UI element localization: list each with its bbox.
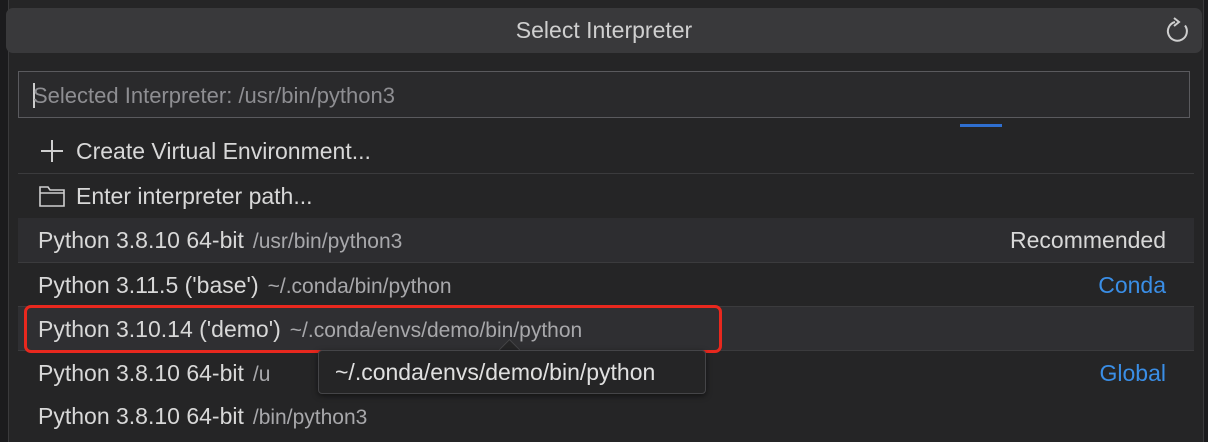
interpreter-tag: Global: [1099, 360, 1166, 386]
interpreter-path: /u: [252, 363, 271, 386]
path-tooltip: ~/.conda/envs/demo/bin/python: [318, 350, 706, 394]
interpreter-path: /usr/bin/python3: [252, 230, 403, 253]
folder-icon: [39, 186, 65, 207]
highlight-annotation-box: [24, 305, 722, 353]
interpreter-name: Python 3.11.5 ('base'): [38, 272, 259, 298]
interpreter-path: /bin/python3: [252, 406, 368, 429]
interpreter-name: Python 3.8.10 64-bit: [38, 403, 244, 429]
interpreter-search-box[interactable]: [18, 71, 1190, 119]
enter-path-label: Enter interpreter path...: [76, 183, 313, 209]
interpreter-tag: Conda: [1098, 272, 1166, 298]
interpreter-path: ~/.conda/bin/python: [267, 275, 452, 298]
interpreter-label: Python 3.11.5 ('base') ~/.conda/bin/pytho…: [38, 263, 452, 309]
interpreter-label: Python 3.8.10 64-bit/bin/python3: [38, 394, 367, 440]
interpreter-item-recommended[interactable]: Python 3.8.10 64-bit/usr/bin/python3 Rec…: [18, 218, 1194, 262]
interpreter-search-input[interactable]: [31, 72, 1175, 119]
enter-path-item[interactable]: Enter interpreter path...: [18, 174, 1194, 218]
interpreter-tag: Recommended: [1010, 227, 1166, 253]
create-venv-label: Create Virtual Environment...: [76, 138, 371, 164]
interpreter-name: Python 3.8.10 64-bit: [38, 360, 244, 386]
interpreter-name: Python 3.8.10 64-bit: [38, 227, 244, 253]
create-venv-item[interactable]: Create Virtual Environment...: [18, 129, 1194, 173]
plus-icon: [41, 140, 63, 162]
progress-indicator: [960, 124, 1002, 127]
refresh-icon[interactable]: [1164, 17, 1192, 45]
dialog-titlebar: Select Interpreter: [6, 8, 1202, 53]
interpreter-item-conda-base[interactable]: Python 3.11.5 ('base') ~/.conda/bin/pytho…: [18, 263, 1194, 307]
interpreter-label: Python 3.8.10 64-bit/usr/bin/python3: [38, 218, 402, 264]
dialog-title: Select Interpreter: [515, 17, 693, 43]
interpreter-item-system[interactable]: Python 3.8.10 64-bit/bin/python3: [18, 394, 1194, 438]
interpreter-label: Python 3.8.10 64-bit/u: [38, 351, 270, 397]
